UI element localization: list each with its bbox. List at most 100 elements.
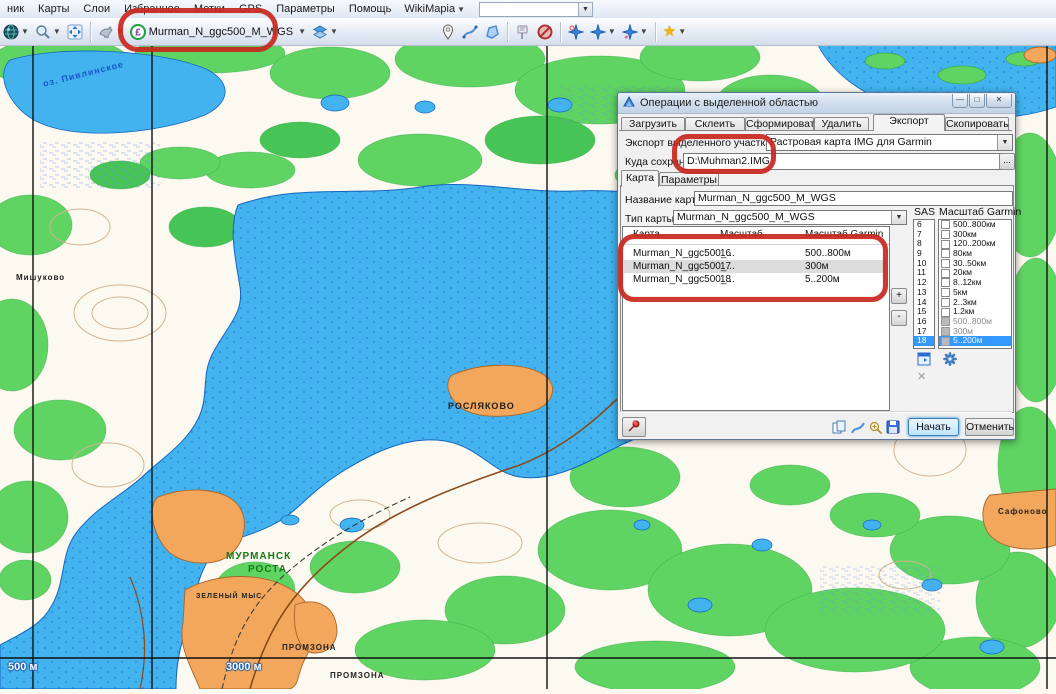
checkbox-icon[interactable] xyxy=(941,327,950,336)
checkbox-icon[interactable] xyxy=(941,298,950,307)
map-label: МУРМАНСК xyxy=(226,551,291,562)
chevron-down-icon: ▼ xyxy=(298,27,306,36)
menu-combobox[interactable]: ▼ xyxy=(479,2,593,17)
dialog-tab-Загрузить[interactable]: Загрузить xyxy=(621,117,685,131)
map-type-value: Murman_N_ggc500_M_WGS xyxy=(677,211,815,223)
map-label: ПРОМЗОНА xyxy=(330,671,385,680)
polygon-button[interactable] xyxy=(482,22,502,42)
signpost-button[interactable] xyxy=(513,22,533,42)
layout-settings-button[interactable] xyxy=(917,352,931,366)
garmin-scale-label: 5..200м xyxy=(953,336,982,346)
dialog-tab-Экспорт[interactable]: Экспорт xyxy=(873,114,945,131)
fullscreen-button[interactable] xyxy=(65,22,85,42)
map-label: Сафоново xyxy=(998,507,1048,516)
path-icon xyxy=(851,421,865,435)
garmin-scale-item[interactable]: 30..50км xyxy=(939,259,1011,269)
goto-icon xyxy=(568,24,584,40)
checkbox-icon[interactable] xyxy=(941,240,950,249)
add-zoom-button[interactable]: + xyxy=(891,288,907,304)
start-button[interactable]: Начать xyxy=(908,418,959,436)
chevron-down-icon[interactable]: ▼ xyxy=(997,135,1012,150)
zoom-tool-button[interactable]: ▼ xyxy=(33,22,63,42)
map-name-input[interactable]: Murman_N_ggc500_M_WGS xyxy=(694,191,1013,206)
checkbox-icon[interactable] xyxy=(941,230,950,239)
garmin-scale-item[interactable]: 5..200м xyxy=(939,336,1011,346)
chevron-down-icon[interactable]: ▼ xyxy=(578,3,592,16)
chevron-down-icon: ▼ xyxy=(53,27,61,36)
star-icon: ★ xyxy=(663,24,676,40)
fullscreen-icon xyxy=(67,24,83,40)
goto-position-button[interactable] xyxy=(566,22,586,42)
map-label: 3000 м xyxy=(226,661,262,673)
map-name-value: Murman_N_ggc500_M_WGS xyxy=(698,192,836,204)
export-format-combobox[interactable]: Растровая карта IMG для Garmin ▼ xyxy=(766,134,1013,151)
magnifier-plus-icon xyxy=(869,421,883,435)
checkbox-icon[interactable] xyxy=(941,269,950,278)
favorites-button[interactable]: ★ ▼ xyxy=(661,22,688,42)
pin-dialog-button[interactable] xyxy=(622,417,646,437)
menu-item[interactable]: Помощь xyxy=(342,2,399,16)
menu-item[interactable]: Слои xyxy=(76,2,117,16)
map-label: 500 м xyxy=(8,661,38,673)
clear-button[interactable]: ✕ xyxy=(917,370,931,384)
copy-selection-button[interactable] xyxy=(832,420,846,434)
checkbox-icon[interactable] xyxy=(941,249,950,258)
garmin-scale-item[interactable]: 2..3км xyxy=(939,298,1011,308)
checkbox-icon[interactable] xyxy=(941,278,950,287)
gear-icon xyxy=(943,352,957,366)
goto-marker-button[interactable]: ▼ xyxy=(588,22,618,42)
dialog-tab-Скопировать[interactable]: Скопировать xyxy=(945,117,1009,131)
menu-item[interactable]: Карты xyxy=(31,2,76,16)
chevron-down-icon: ▼ xyxy=(457,5,465,14)
close-button[interactable]: ✕ xyxy=(986,94,1012,108)
polygon-icon xyxy=(484,24,500,40)
map-label: ПРОМЗОНА xyxy=(282,643,337,652)
checkbox-icon[interactable] xyxy=(941,337,950,346)
remove-zoom-button[interactable]: - xyxy=(891,310,907,326)
garmin-scale-list[interactable]: 500..800км 300км 120..200км 80км 30..50к… xyxy=(938,219,1012,349)
dialog-tab-Сформировать[interactable]: Сформировать xyxy=(745,117,814,131)
cancel-button[interactable]: Отменить xyxy=(965,418,1014,436)
menu-item[interactable]: Параметры xyxy=(269,2,342,16)
map-type-combobox[interactable]: Murman_N_ggc500_M_WGS ▼ xyxy=(673,210,907,225)
sas-header: SAS xyxy=(914,206,935,218)
map-label: РОСЛЯКОВО xyxy=(448,401,515,411)
menu-item-wikimapia[interactable]: WikiMapia▼ xyxy=(398,2,471,16)
placemark-button[interactable] xyxy=(438,22,458,42)
forbid-button[interactable] xyxy=(535,22,555,42)
bottom-separator xyxy=(620,411,1012,413)
browse-button[interactable]: ... xyxy=(999,153,1015,170)
dialog-tab-Склеить[interactable]: Склеить xyxy=(685,117,745,131)
map-label: ЗЕЛЕНЫЙ МЫС xyxy=(196,593,262,600)
garmin-scale-item[interactable]: 500..800м xyxy=(939,317,1011,327)
path-button[interactable] xyxy=(460,22,480,42)
chevron-down-icon: ▼ xyxy=(608,27,616,36)
sas-zoom-list[interactable]: 6789101112131415161718 xyxy=(913,219,935,349)
goto-icon xyxy=(622,24,638,40)
menu-item[interactable]: ник xyxy=(0,2,31,16)
chevron-down-icon[interactable]: ▼ xyxy=(891,211,906,224)
layers-button[interactable]: ▼ xyxy=(310,22,340,42)
garmin-scale-item[interactable]: 8..12км xyxy=(939,278,1011,288)
checkbox-icon[interactable] xyxy=(941,259,950,268)
globe-button[interactable]: ▼ xyxy=(1,22,31,42)
checkbox-icon[interactable] xyxy=(941,317,950,326)
chevron-down-icon: ▼ xyxy=(21,27,29,36)
edit-path-button[interactable] xyxy=(851,421,865,435)
garmin-scale-header: Масштаб Garmin xyxy=(939,206,1021,218)
checkbox-icon[interactable] xyxy=(941,220,950,229)
inner-tab-Карта[interactable]: Карта xyxy=(621,170,659,187)
garmin-scale-item[interactable]: 120..200км xyxy=(939,239,1011,249)
dialog-tab-Удалить[interactable]: Удалить xyxy=(814,117,869,131)
checkbox-icon[interactable] xyxy=(941,288,950,297)
settings-button[interactable] xyxy=(943,352,957,366)
zoom-selection-button[interactable] xyxy=(869,421,883,435)
minimize-button[interactable]: — xyxy=(952,94,968,108)
save-selection-button[interactable] xyxy=(886,420,900,434)
sas-zoom-item[interactable]: 18 xyxy=(914,336,934,346)
goto-selection-button[interactable]: ▼ xyxy=(620,22,650,42)
toolbar-separator xyxy=(560,22,561,42)
maximize-button[interactable]: □ xyxy=(969,94,985,108)
checkbox-icon[interactable] xyxy=(941,308,950,317)
dialog-titlebar[interactable]: Операции с выделенной областью — □ ✕ xyxy=(618,93,1015,114)
